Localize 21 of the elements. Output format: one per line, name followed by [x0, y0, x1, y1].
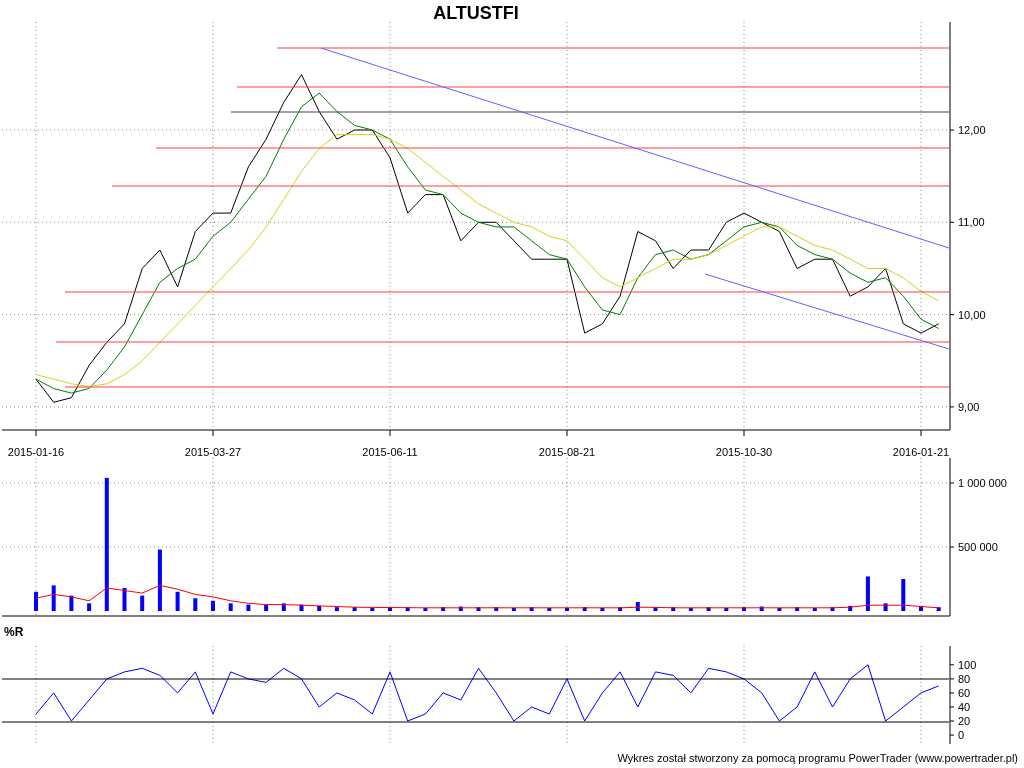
chart-title: ALTUSTFI — [433, 3, 519, 23]
axis-label: 9,00 — [958, 400, 980, 413]
chart-title: %R — [4, 625, 24, 639]
axis-label: 20 — [958, 715, 971, 728]
axis-label: 2015-08-21 — [538, 446, 596, 458]
axis-label: 11,00 — [958, 216, 985, 229]
axis-label: 60 — [958, 686, 971, 699]
axis-label: 1 000 000 — [958, 476, 1007, 489]
axis-label: 40 — [958, 701, 971, 713]
axis-label: 12,00 — [958, 124, 986, 136]
axis-label: 2015-01-16 — [7, 446, 65, 458]
axis-label: 2015-03-27 — [184, 446, 242, 458]
axis-label: 500 000 — [958, 541, 998, 553]
axis-label: 80 — [958, 672, 971, 685]
axis-label: 10,00 — [958, 308, 986, 321]
axis-label: 2016-01-21 — [892, 446, 950, 458]
axis-label: 0 — [958, 729, 965, 742]
axis-label: 2015-06-11 — [362, 446, 418, 458]
axis-label: 100 — [958, 658, 977, 671]
footer-credit: Wykres został stworzony za pomocą programu PowerTrader (www.powertrader.pl) — [617, 750, 1018, 766]
axis-label: 2015-10-30 — [715, 446, 773, 458]
